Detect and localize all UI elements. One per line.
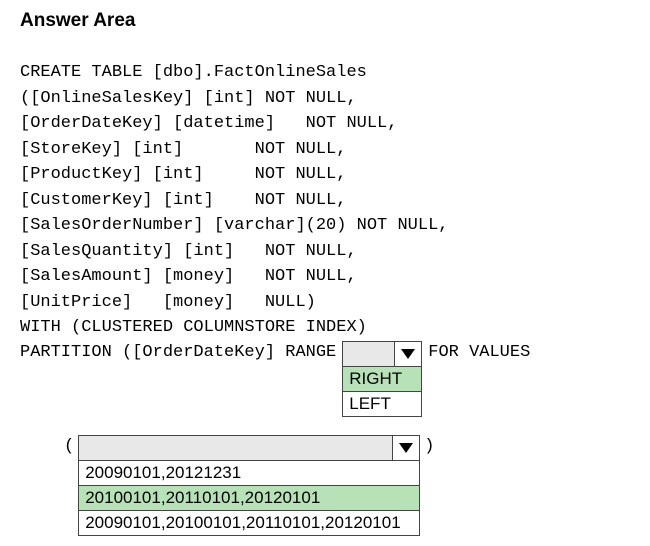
code-line: [OrderDateKey] [datetime] NOT NULL, — [20, 114, 397, 133]
code-segment: FOR VALUES — [428, 341, 530, 362]
code-line: [ProductKey] [int] NOT NULL, — [20, 165, 346, 184]
code-line: [UnitPrice] [money] NULL) — [20, 293, 316, 312]
code-segment: PARTITION ([OrderDateKey] RANGE — [20, 341, 336, 362]
code-line: [SalesAmount] [money] NOT NULL, — [20, 267, 357, 286]
code-line: [SalesOrderNumber] [varchar](20) NOT NUL… — [20, 216, 448, 235]
code-line: [StoreKey] [int] NOT NULL, — [20, 140, 346, 159]
values-dropdown[interactable]: 20090101,20121231 20100101,20110101,2012… — [78, 435, 420, 536]
values-dropdown-value — [79, 436, 392, 460]
range-dropdown[interactable]: RIGHT LEFT — [342, 341, 422, 417]
code-line: [SalesQuantity] [int] NOT NULL, — [20, 242, 357, 261]
code-line: [CustomerKey] [int] NOT NULL, — [20, 191, 346, 210]
code-line: ([OnlineSalesKey] [int] NOT NULL, — [20, 89, 357, 108]
sql-code: CREATE TABLE [dbo].FactOnlineSales ([Onl… — [20, 60, 630, 341]
code-line: WITH (CLUSTERED COLUMNSTORE INDEX) — [20, 318, 367, 337]
values-option-3[interactable]: 20090101,20100101,20110101,20120101 — [79, 510, 419, 535]
page-title: Answer Area — [20, 10, 630, 32]
chevron-down-icon[interactable] — [394, 342, 421, 366]
code-line: CREATE TABLE [dbo].FactOnlineSales — [20, 63, 367, 82]
range-option-right[interactable]: RIGHT — [343, 367, 421, 391]
values-option-1[interactable]: 20090101,20121231 — [79, 461, 419, 485]
range-option-left[interactable]: LEFT — [343, 391, 421, 416]
range-dropdown-value — [343, 342, 394, 366]
values-options: 20090101,20121231 20100101,20110101,2012… — [78, 461, 420, 536]
open-paren: ( — [60, 435, 78, 456]
chevron-down-icon[interactable] — [392, 436, 419, 460]
range-options: RIGHT LEFT — [342, 367, 422, 417]
values-option-2[interactable]: 20100101,20110101,20120101 — [79, 485, 419, 510]
close-paren: ) — [420, 435, 438, 456]
